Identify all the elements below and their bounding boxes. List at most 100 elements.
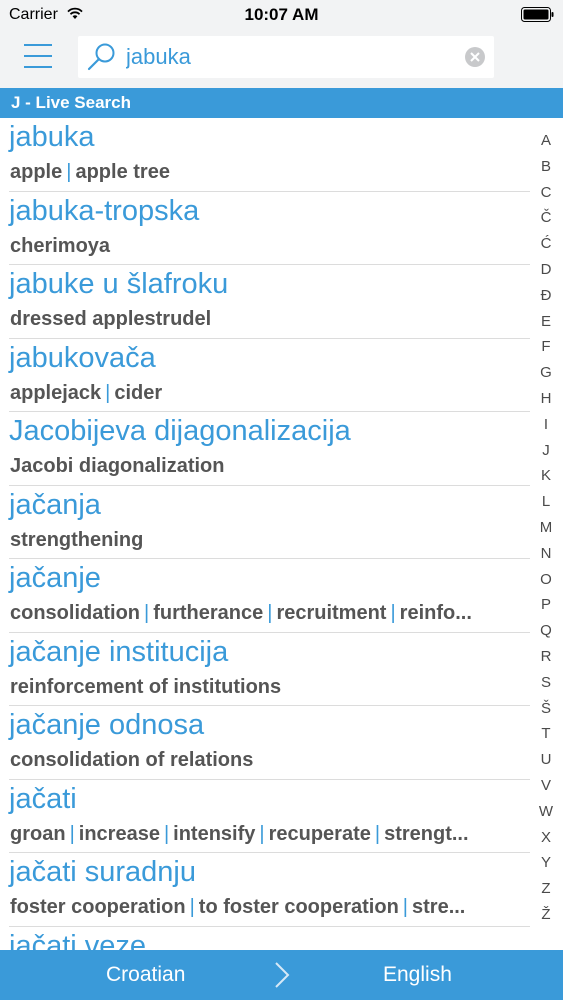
index-letter[interactable]: Q	[532, 618, 560, 644]
entry-word: jačanje institucija	[9, 635, 229, 668]
index-letter[interactable]: J	[532, 438, 560, 464]
list-item[interactable]: jačati veze	[0, 927, 530, 951]
entry-word: jačanje odnosa	[9, 709, 205, 741]
translation-separator: |	[374, 822, 381, 845]
translation-term: consolidation	[10, 602, 140, 624]
index-letter[interactable]: W	[532, 799, 560, 825]
list-item[interactable]: jabuka apple | apple tree	[0, 118, 530, 192]
translation-term: recuperate	[268, 822, 371, 845]
index-letter[interactable]: Y	[532, 850, 560, 876]
index-letter[interactable]: P	[532, 592, 560, 618]
translation-term: increase	[78, 822, 160, 845]
translation-separator: |	[402, 896, 408, 918]
index-letter[interactable]: K	[532, 463, 560, 489]
entry-word: jačati veze	[9, 929, 147, 951]
entry-translations: groan | increase | intensify | recuperate | stre…	[10, 823, 525, 846]
translation-term: apple tree	[75, 161, 170, 183]
index-letter[interactable]: I	[532, 412, 560, 438]
index-letter[interactable]: B	[532, 154, 560, 180]
translation-term: strengt...	[384, 822, 469, 845]
index-letter[interactable]: R	[532, 644, 560, 670]
index-letter[interactable]: Š	[532, 696, 560, 722]
source-language-button[interactable]: Croatian	[106, 963, 185, 987]
entry-word: jabuka	[9, 121, 95, 153]
list-item[interactable]: jabukovača applejack | cider	[0, 339, 530, 412]
translation-separator: |	[390, 602, 396, 624]
translation-separator: |	[105, 381, 111, 404]
entry-word: jabuke u šlafroku	[9, 268, 229, 300]
translation-separator: |	[189, 896, 195, 918]
index-letter[interactable]: L	[532, 489, 560, 515]
index-letter[interactable]: G	[532, 360, 560, 386]
index-letter[interactable]: E	[532, 309, 560, 335]
translation-term: to foster cooperation	[198, 896, 399, 918]
list-item[interactable]: jačanje consolidation | furtherance | recruit…	[0, 559, 530, 633]
language-bar: Croatian English	[0, 950, 563, 1000]
translation-separator: |	[267, 602, 273, 624]
translation-term: foster cooperation	[10, 896, 186, 918]
list-item[interactable]: jabuke u šlafroku dressed applestrudel	[0, 265, 530, 339]
translation-term: dressed applestrudel	[10, 308, 212, 330]
search-bar	[0, 30, 563, 88]
index-letter[interactable]: Đ	[532, 283, 560, 309]
search-input[interactable]	[126, 44, 456, 70]
index-letter[interactable]: U	[532, 747, 560, 773]
chevron-right-icon[interactable]	[272, 961, 292, 989]
index-letter[interactable]: X	[532, 825, 560, 851]
target-language-button[interactable]: English	[383, 963, 452, 987]
translation-term: Jacobi diagonalization	[10, 455, 225, 477]
clear-x-icon	[470, 52, 480, 62]
list-item[interactable]: jačati groan | increase | intensify | recuperat…	[0, 780, 530, 853]
entry-word: jačati suradnju	[9, 856, 196, 888]
search-field[interactable]	[78, 36, 494, 78]
magnifier-icon	[87, 43, 115, 71]
index-letter[interactable]: Ć	[532, 231, 560, 257]
entry-translations: consolidation of relations	[10, 749, 525, 772]
translation-term: furtherance	[153, 602, 264, 624]
status-bar: Carrier 10:07 AM	[0, 0, 563, 30]
battery-icon	[521, 7, 554, 22]
list-item[interactable]: jačanje odnosa consolidation of relations	[0, 706, 530, 780]
entry-word: jačanja	[9, 488, 101, 521]
index-letter[interactable]: Č	[532, 205, 560, 231]
entry-translations: Jacobi diagonalization	[10, 455, 525, 478]
list-item[interactable]: Jacobijeva dijagonalizacija Jacobi diagon…	[0, 412, 530, 486]
entry-translations: reinforcement of institutions	[10, 676, 525, 699]
menu-button[interactable]	[22, 40, 54, 72]
index-letter[interactable]: O	[532, 567, 560, 593]
index-letter[interactable]: S	[532, 670, 560, 696]
translation-separator: |	[259, 822, 265, 845]
list-item[interactable]: jačanja strengthening	[0, 486, 530, 559]
translation-term: stre...	[412, 896, 466, 918]
entry-word: jabuka-tropska	[9, 194, 200, 227]
translation-term: cider	[114, 381, 163, 404]
translation-separator: |	[66, 161, 72, 183]
entry-translations: dressed applestrudel	[10, 308, 525, 331]
index-letter[interactable]: D	[532, 257, 560, 283]
translation-term: strengthening	[10, 528, 144, 551]
list-item[interactable]: jačati suradnju foster cooperation | to fos…	[0, 853, 530, 927]
index-letter[interactable]: M	[532, 515, 560, 541]
entry-word: jačati	[9, 782, 77, 815]
index-letter[interactable]: Z	[532, 876, 560, 902]
index-letter[interactable]: V	[532, 773, 560, 799]
alphabet-index[interactable]: ABCČĆDĐEFGHIJKLMNOPQRSŠTUVWXYZŽ	[532, 128, 560, 928]
section-header: J - Live Search	[0, 88, 563, 118]
index-letter[interactable]: N	[532, 541, 560, 567]
entry-translations: applejack | cider	[10, 382, 525, 405]
list-item[interactable]: jabuka-tropska cherimoya	[0, 192, 530, 265]
clear-search-button[interactable]	[465, 47, 485, 67]
translation-term: groan	[10, 822, 66, 845]
results-list[interactable]: jabuka apple | apple tree jabuka-tropska cher…	[0, 118, 530, 950]
translation-term: intensify	[173, 822, 256, 845]
list-item[interactable]: jačanje institucija reinforcement of inst…	[0, 633, 530, 706]
index-letter[interactable]: T	[532, 721, 560, 747]
index-letter[interactable]: F	[532, 334, 560, 360]
index-letter[interactable]: C	[532, 180, 560, 206]
translation-term: consolidation of relations	[10, 749, 254, 771]
index-letter[interactable]: A	[532, 128, 560, 154]
entry-word: jačanje	[9, 562, 101, 594]
translation-term: cherimoya	[10, 234, 111, 257]
index-letter[interactable]: H	[532, 386, 560, 412]
index-letter[interactable]: Ž	[532, 902, 560, 928]
